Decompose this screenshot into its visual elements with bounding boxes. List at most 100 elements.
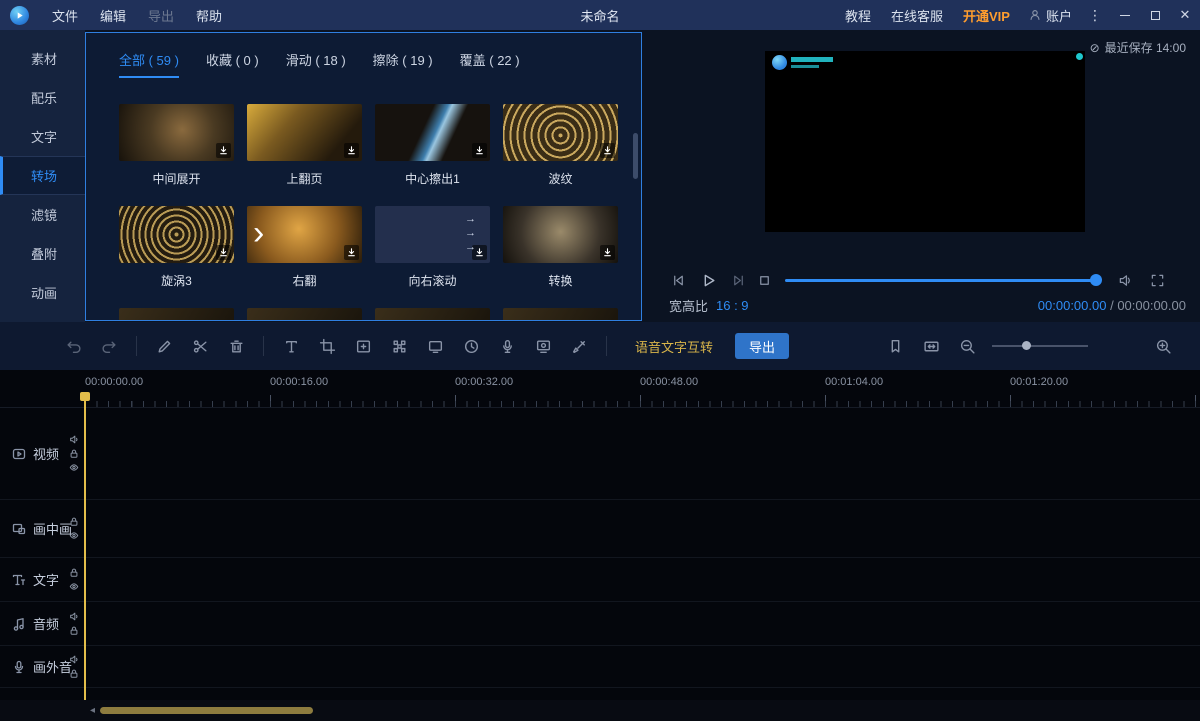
track-pip[interactable]: 画中画 <box>0 500 1200 558</box>
library-scrollbar[interactable] <box>633 103 638 303</box>
marker-button[interactable] <box>880 331 910 361</box>
lock-toggle[interactable] <box>68 567 79 578</box>
record-screen-button[interactable] <box>528 331 558 361</box>
tab-favorites[interactable]: 收藏 ( 0 ) <box>206 50 259 78</box>
transition-card[interactable] <box>375 308 490 321</box>
volume-button[interactable] <box>1112 267 1138 293</box>
vip-link[interactable]: 开通VIP <box>953 6 1020 25</box>
mute-toggle[interactable] <box>68 654 79 665</box>
track-text[interactable]: 文字 <box>0 558 1200 602</box>
track-audio[interactable]: 音频 <box>0 602 1200 646</box>
track-voiceover[interactable]: 画外音 <box>0 646 1200 688</box>
download-button[interactable] <box>344 245 359 260</box>
download-button[interactable] <box>216 143 231 158</box>
transition-card[interactable] <box>247 308 362 321</box>
redo-button[interactable] <box>94 331 124 361</box>
tab-wipe[interactable]: 擦除 ( 19 ) <box>373 50 433 78</box>
sidebar-item-transitions[interactable]: 转场 <box>0 156 85 195</box>
seek-slider[interactable] <box>785 267 1100 293</box>
fit-timeline-button[interactable] <box>916 331 946 361</box>
transition-card[interactable]: 旋涡3 <box>119 206 234 286</box>
zoom-slider-knob[interactable] <box>1022 341 1031 350</box>
record-voice-button[interactable] <box>492 331 522 361</box>
export-button[interactable]: 导出 <box>735 333 789 359</box>
stop-button[interactable] <box>751 267 777 293</box>
aspect-ratio-value[interactable]: 16 : 9 <box>716 298 749 313</box>
step-forward-button[interactable] <box>725 267 751 293</box>
playhead[interactable] <box>84 392 86 700</box>
tab-overlay[interactable]: 覆盖 ( 22 ) <box>460 50 520 78</box>
delete-button[interactable] <box>221 331 251 361</box>
library-scrollbar-thumb[interactable] <box>633 133 638 179</box>
download-button[interactable] <box>216 245 231 260</box>
mute-toggle[interactable] <box>68 434 79 445</box>
lock-toggle[interactable] <box>68 516 79 527</box>
timeline-ruler[interactable]: 00:00:00.00 00:00:16.00 00:00:32.00 00:0… <box>0 376 1200 390</box>
screen-style-button[interactable] <box>420 331 450 361</box>
add-text-button[interactable] <box>276 331 306 361</box>
minimize-button[interactable] <box>1110 0 1140 30</box>
menu-file[interactable]: 文件 <box>41 6 89 25</box>
sidebar-item-filters[interactable]: 滤镜 <box>0 195 85 234</box>
menu-export[interactable]: 导出 <box>137 6 185 25</box>
transition-card[interactable]: 波纹 <box>503 104 618 184</box>
transition-card[interactable]: 向右滚动 <box>375 206 490 286</box>
seek-knob[interactable] <box>1090 274 1102 286</box>
lock-toggle[interactable] <box>68 448 79 459</box>
transition-card[interactable]: 中间展开 <box>119 104 234 184</box>
menu-help[interactable]: 帮助 <box>185 6 233 25</box>
transition-card[interactable]: 上翻页 <box>247 104 362 184</box>
track-video[interactable]: 视频 <box>0 408 1200 500</box>
visibility-toggle[interactable] <box>68 462 79 473</box>
tab-slide[interactable]: 滑动 ( 18 ) <box>286 50 346 78</box>
sidebar-item-animation[interactable]: 动画 <box>0 273 85 312</box>
download-button[interactable] <box>344 143 359 158</box>
download-button[interactable] <box>600 245 615 260</box>
transition-card[interactable]: 中心擦出1 <box>375 104 490 184</box>
maximize-button[interactable] <box>1140 0 1170 30</box>
transition-card[interactable] <box>503 308 618 321</box>
preview-stage[interactable] <box>765 51 1085 232</box>
tab-all[interactable]: 全部 ( 59 ) <box>119 50 179 78</box>
hscrollbar-thumb[interactable] <box>100 707 313 714</box>
transition-card[interactable] <box>119 308 234 321</box>
sidebar-item-text[interactable]: 文字 <box>0 117 85 156</box>
edit-button[interactable] <box>149 331 179 361</box>
transition-card[interactable]: 转换 <box>503 206 618 286</box>
duration-button[interactable] <box>456 331 486 361</box>
more-menu-button[interactable]: ⋮ <box>1080 0 1110 30</box>
support-link[interactable]: 在线客服 <box>881 6 953 25</box>
visibility-toggle[interactable] <box>68 581 79 592</box>
sidebar-item-music[interactable]: 配乐 <box>0 78 85 117</box>
zoom-out-button[interactable] <box>952 331 982 361</box>
account-button[interactable]: 账户 <box>1020 6 1080 25</box>
step-back-button[interactable] <box>665 267 691 293</box>
fullscreen-button[interactable] <box>1144 267 1170 293</box>
download-button[interactable] <box>600 143 615 158</box>
timeline-zoom-slider[interactable] <box>992 336 1088 356</box>
mosaic-button[interactable] <box>384 331 414 361</box>
playhead-handle[interactable] <box>80 392 90 401</box>
download-button[interactable] <box>472 143 487 158</box>
sidebar-item-overlays[interactable]: 叠附 <box>0 234 85 273</box>
scroll-left-arrow[interactable]: ◂ <box>90 705 95 716</box>
visibility-toggle[interactable] <box>68 530 79 541</box>
zoom-in-button[interactable] <box>1148 331 1178 361</box>
download-button[interactable] <box>472 245 487 260</box>
sidebar-item-media[interactable]: 素材 <box>0 39 85 78</box>
speech-text-button[interactable]: 语音文字互转 <box>635 337 713 356</box>
selection-handle[interactable] <box>1076 53 1083 60</box>
crop-button[interactable] <box>312 331 342 361</box>
chroma-key-button[interactable] <box>564 331 594 361</box>
mute-toggle[interactable] <box>68 611 79 622</box>
lock-toggle[interactable] <box>68 625 79 636</box>
tutorial-link[interactable]: 教程 <box>835 6 881 25</box>
lock-toggle[interactable] <box>68 668 79 679</box>
close-button[interactable]: ✕ <box>1170 0 1200 30</box>
menu-edit[interactable]: 编辑 <box>89 6 137 25</box>
transition-card[interactable]: 右翻 <box>247 206 362 286</box>
play-button[interactable] <box>695 267 721 293</box>
undo-button[interactable] <box>58 331 88 361</box>
add-frame-button[interactable] <box>348 331 378 361</box>
split-button[interactable] <box>185 331 215 361</box>
